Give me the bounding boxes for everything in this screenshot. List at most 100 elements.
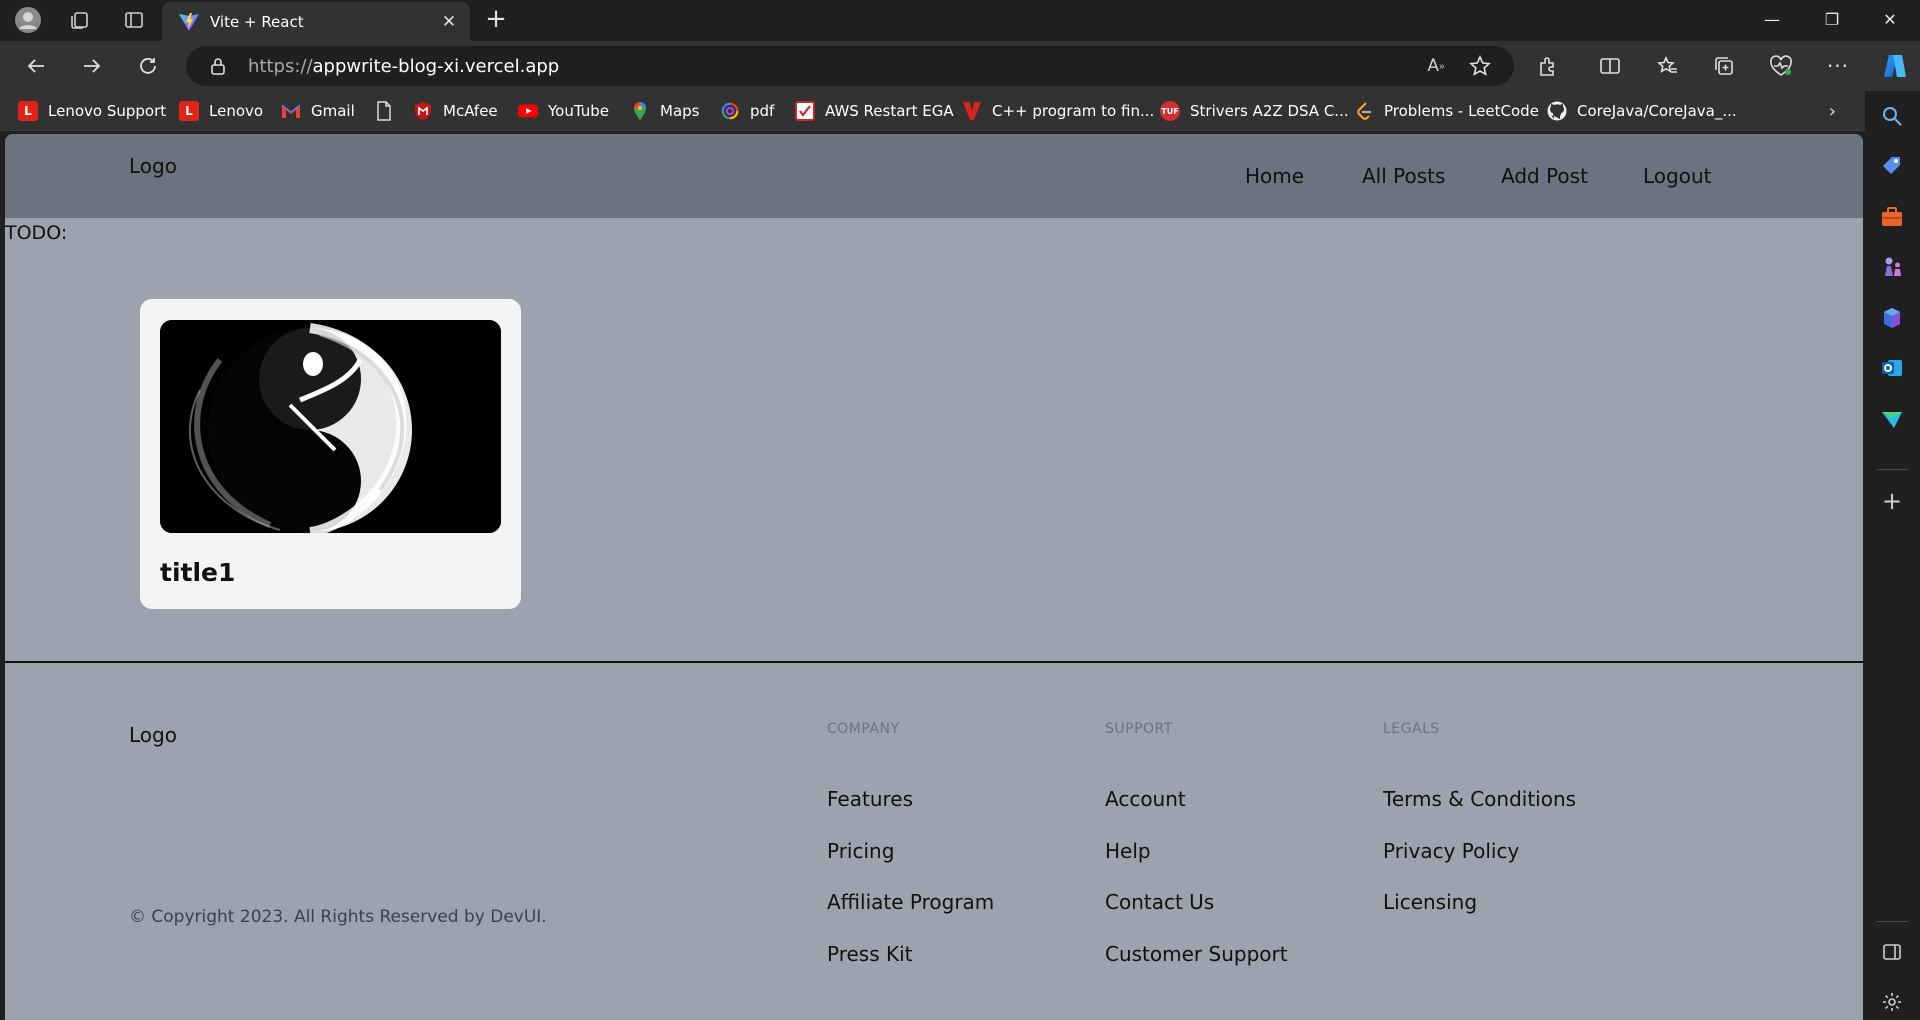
favorite-star-icon[interactable] — [1468, 54, 1492, 78]
vite-logo-icon — [178, 12, 200, 32]
sidebar-divider — [1877, 469, 1909, 470]
page-viewport: Logo Home All Posts Add Post Logout TODO… — [5, 134, 1863, 1020]
github-icon — [1547, 101, 1567, 121]
post-card[interactable]: title1 — [140, 299, 521, 609]
nav-add-post[interactable]: Add Post — [1501, 164, 1588, 188]
bookmark-label: YouTube — [548, 102, 609, 120]
site-header: Logo Home All Posts Add Post Logout — [5, 134, 1863, 218]
footer-heading-support: SUPPORT — [1105, 721, 1173, 737]
mcafee-icon — [413, 101, 433, 121]
bookmark-item[interactable]: L Lenovo Support — [18, 97, 166, 125]
copilot-sidebar-icon[interactable] — [1878, 304, 1906, 332]
active-tab[interactable]: Vite + React ✕ — [162, 2, 470, 41]
bookmark-item[interactable]: Problems - LeetCode — [1354, 97, 1539, 125]
footer-link-privacy-policy[interactable]: Privacy Policy — [1383, 839, 1519, 863]
new-tab-icon[interactable]: + — [483, 6, 509, 33]
post-title[interactable]: title1 — [160, 558, 235, 587]
footer-link-help[interactable]: Help — [1105, 839, 1151, 863]
minimize-icon[interactable]: — — [1752, 8, 1792, 32]
shopping-tag-icon[interactable] — [1878, 152, 1906, 180]
footer-link-affiliate-program[interactable]: Affiliate Program — [827, 890, 994, 914]
bookmark-item[interactable]: AWS Restart EGA — [795, 97, 954, 125]
bookmark-label: Strivers A2Z DSA C... — [1190, 102, 1349, 120]
bookmark-label: CoreJava/CoreJava_... — [1577, 102, 1737, 120]
hide-sidebar-icon[interactable] — [1878, 938, 1906, 966]
bookmark-label: Problems - LeetCode — [1384, 102, 1539, 120]
profile-avatar-icon[interactable] — [14, 6, 42, 34]
bookmark-label: Lenovo — [209, 102, 264, 120]
bookmark-item[interactable]: C++ program to fin... — [962, 97, 1154, 125]
footer-link-pricing[interactable]: Pricing — [827, 839, 894, 863]
footer-heading-legals: LEGALS — [1383, 721, 1440, 737]
browser-toolbar: https://appwrite-blog-xi.vercel.app A» ·… — [0, 41, 1920, 91]
footer-logo[interactable]: Logo — [129, 723, 177, 747]
bookmark-item[interactable] — [374, 97, 404, 125]
split-screen-icon[interactable] — [1597, 53, 1623, 79]
nav-home[interactable]: Home — [1245, 164, 1304, 188]
page-icon — [374, 101, 394, 121]
more-options-icon[interactable]: ··· — [1825, 53, 1851, 79]
tuf-icon: TUF — [1160, 101, 1180, 121]
add-sidebar-app-icon[interactable]: + — [1878, 487, 1906, 515]
bookmark-item[interactable]: L Lenovo — [179, 97, 263, 125]
footer-link-contact-us[interactable]: Contact Us — [1105, 890, 1214, 914]
footer-link-account[interactable]: Account — [1105, 787, 1186, 811]
header-logo[interactable]: Logo — [129, 154, 177, 178]
bookmark-label: C++ program to fin... — [992, 102, 1155, 120]
todo-text: TODO: — [5, 222, 68, 244]
tab-actions-icon[interactable] — [120, 6, 148, 34]
extensions-icon[interactable] — [1535, 53, 1561, 79]
footer-link-customer-support[interactable]: Customer Support — [1105, 942, 1288, 966]
bookmark-label: Maps — [660, 102, 700, 120]
url-text[interactable]: https://appwrite-blog-xi.vercel.app — [248, 56, 559, 77]
bookmark-item[interactable]: pdf — [720, 97, 774, 125]
bookmark-label: McAfee — [443, 102, 498, 120]
bookmark-item[interactable]: YouTube — [518, 97, 609, 125]
lenovo-icon: L — [18, 101, 38, 121]
restore-icon[interactable]: ❐ — [1812, 8, 1852, 32]
browser-title-bar: Vite + React ✕ + — ❐ ✕ — [0, 0, 1920, 41]
forward-icon[interactable] — [76, 50, 108, 82]
back-icon[interactable] — [20, 50, 52, 82]
leetcode-icon — [1354, 101, 1374, 121]
browser-essentials-icon[interactable] — [1768, 53, 1794, 79]
copilot-icon[interactable] — [1880, 51, 1910, 81]
read-aloud-icon[interactable]: A» — [1424, 54, 1448, 78]
gmail-icon — [281, 101, 301, 121]
footer-link-press-kit[interactable]: Press Kit — [827, 942, 913, 966]
refresh-icon[interactable] — [132, 50, 164, 82]
workspaces-icon[interactable] — [66, 6, 94, 34]
footer-link-features[interactable]: Features — [827, 787, 913, 811]
youtube-icon — [518, 101, 538, 121]
footer-link-licensing[interactable]: Licensing — [1383, 890, 1477, 914]
address-bar[interactable]: https://appwrite-blog-xi.vercel.app A» — [186, 46, 1514, 86]
bookmark-item[interactable]: McAfee — [413, 97, 498, 125]
post-image[interactable] — [160, 320, 501, 533]
bookmark-item[interactable]: Gmail — [281, 97, 355, 125]
bookmark-item[interactable]: Maps — [630, 97, 699, 125]
chevron-right-icon[interactable]: › — [1829, 101, 1836, 122]
nav-all-posts[interactable]: All Posts — [1362, 164, 1445, 188]
pdf-icon — [720, 101, 740, 121]
close-tab-icon[interactable]: ✕ — [438, 11, 460, 33]
lock-icon[interactable] — [208, 56, 228, 76]
bookmark-label: AWS Restart EGA — [825, 102, 954, 120]
bookmarks-bar: L Lenovo Support L Lenovo Gmail McAfee Y… — [0, 91, 1920, 131]
games-chess-icon[interactable] — [1878, 253, 1906, 281]
bookmark-item[interactable]: CoreJava/CoreJava_... — [1547, 97, 1737, 125]
nav-logout[interactable]: Logout — [1643, 164, 1711, 188]
bookmark-label: pdf — [750, 102, 775, 120]
bookmark-label: Gmail — [311, 102, 355, 120]
outlook-icon[interactable] — [1878, 354, 1906, 382]
settings-gear-icon[interactable] — [1878, 988, 1906, 1016]
lenovo-icon: L — [179, 101, 199, 121]
bookmark-item[interactable]: TUF Strivers A2Z DSA C... — [1160, 97, 1349, 125]
footer-link-terms[interactable]: Terms & Conditions — [1383, 787, 1576, 811]
tools-briefcase-icon[interactable] — [1878, 203, 1906, 231]
favorites-icon[interactable] — [1655, 53, 1681, 79]
yin-yang-image — [160, 320, 501, 533]
search-icon[interactable] — [1878, 102, 1906, 130]
send-drop-icon[interactable] — [1878, 405, 1906, 433]
collections-icon[interactable] — [1711, 53, 1737, 79]
close-window-icon[interactable]: ✕ — [1870, 8, 1910, 32]
